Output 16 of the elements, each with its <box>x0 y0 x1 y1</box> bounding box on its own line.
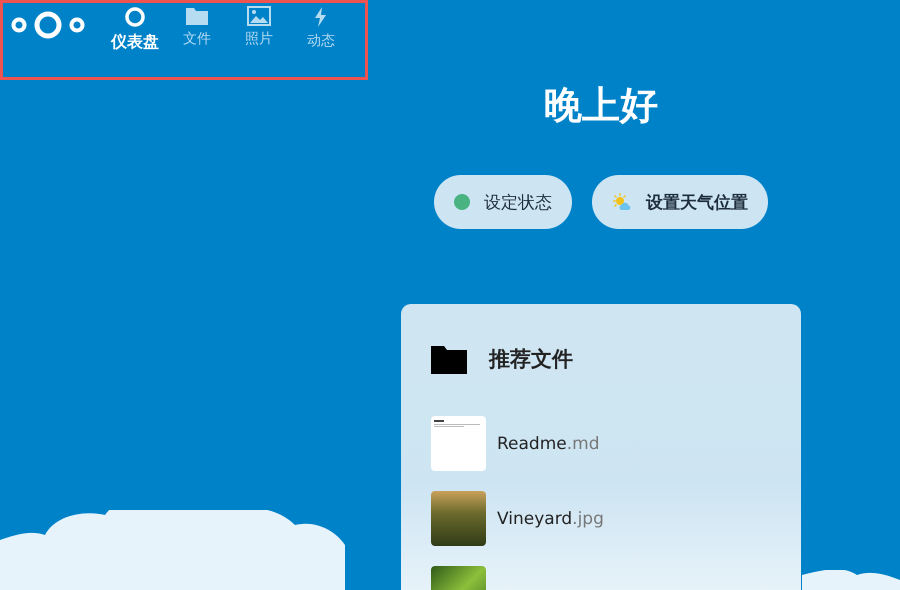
card-title: 推荐文件 <box>489 346 573 373</box>
status-button[interactable]: 设定状态 <box>434 175 572 229</box>
folder-icon <box>431 344 467 374</box>
nav-tab[interactable]: 仪表盘 <box>104 6 166 53</box>
circle-icon <box>124 6 146 28</box>
folder-icon <box>185 6 209 26</box>
logo-icon <box>10 10 86 40</box>
sun-cloud-icon <box>612 193 632 211</box>
image-icon <box>247 6 271 26</box>
file-name[interactable]: Vineyard.jpg <box>497 508 604 528</box>
document-thumbnail <box>431 416 486 471</box>
lightning-icon <box>313 6 329 28</box>
photo-placeholder <box>431 491 486 546</box>
file-name[interactable]: Readme.md <box>497 434 600 454</box>
weather-location-button[interactable]: 设置天气位置 <box>592 175 768 229</box>
greeting-heading: 晚上好 <box>544 82 658 129</box>
